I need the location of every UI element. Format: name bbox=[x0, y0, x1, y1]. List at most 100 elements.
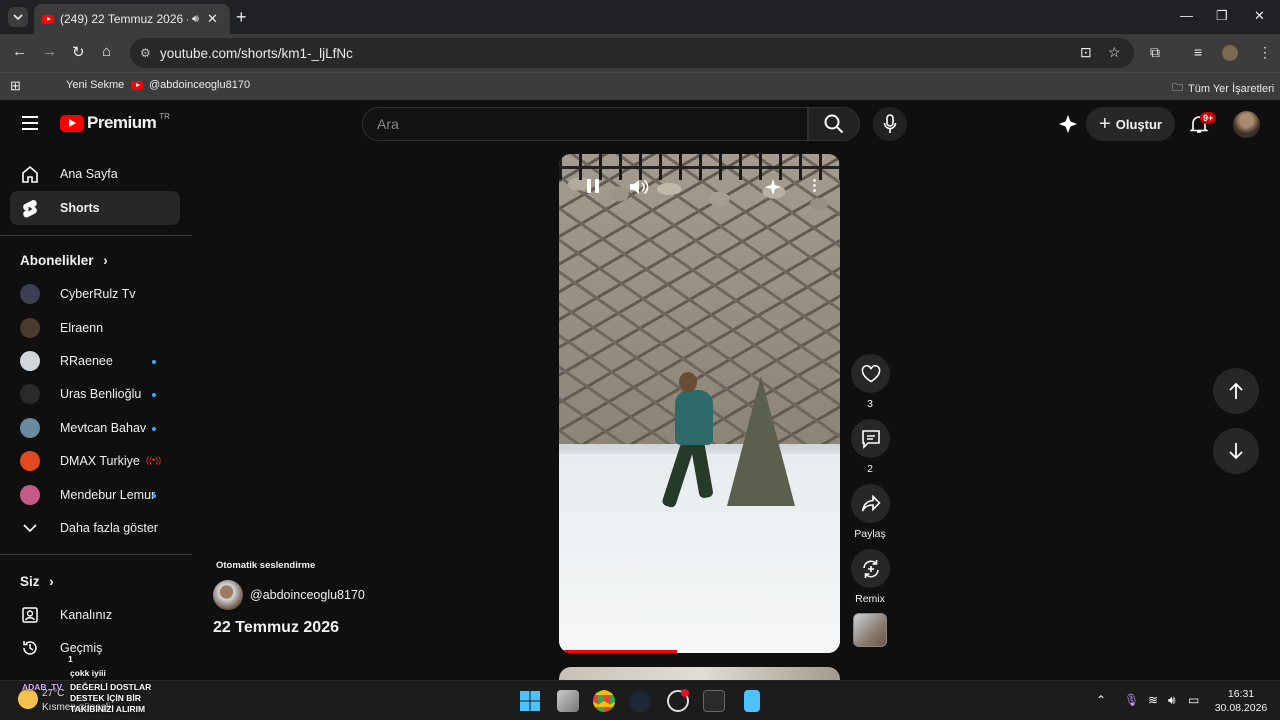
auto-dub-badge: Otomatik seslendirme bbox=[213, 558, 319, 573]
search-button[interactable] bbox=[808, 107, 860, 141]
install-app-icon[interactable]: ⊡ bbox=[1080, 44, 1092, 61]
subscriptions-title: Abonelikler bbox=[20, 253, 94, 268]
ai-button[interactable] bbox=[764, 178, 782, 201]
logo-country: TR bbox=[159, 111, 170, 121]
sidebar-item-history[interactable]: Geçmiş bbox=[10, 631, 180, 665]
youtube-premium-logo[interactable]: Premium TR bbox=[60, 111, 170, 133]
site-info-icon[interactable]: ⚙ bbox=[140, 46, 151, 60]
new-content-dot bbox=[152, 427, 156, 431]
clock-date: 30.08.2026 bbox=[1214, 702, 1268, 714]
browser-menu-icon[interactable]: ⋮ bbox=[1258, 44, 1272, 61]
clock-time: 16:31 bbox=[1227, 688, 1255, 700]
subscription-name: DMAX Turkiye bbox=[60, 454, 140, 468]
windows-start-icon[interactable] bbox=[519, 690, 541, 712]
overlay-chat-line: DEĞERLİ DOSTLAR bbox=[70, 682, 152, 692]
remix-button[interactable] bbox=[851, 549, 890, 588]
share-label: Paylaş bbox=[854, 528, 886, 540]
avatar bbox=[20, 485, 40, 505]
more-options-icon[interactable]: ⋮ bbox=[807, 176, 822, 194]
all-bookmarks-label: Tüm Yer İşaretleri bbox=[1188, 82, 1275, 95]
tab-close-icon[interactable]: ✕ bbox=[207, 11, 218, 27]
ai-sparkle-button[interactable] bbox=[1058, 114, 1078, 139]
sidebar-item-home[interactable]: Ana Sayfa bbox=[10, 157, 180, 191]
home-icon bbox=[20, 164, 40, 184]
overlay-username: ADAB_TV bbox=[22, 682, 63, 692]
speaker-icon bbox=[630, 179, 649, 195]
channel-avatar[interactable] bbox=[213, 580, 243, 610]
speaker-icon[interactable]: 🔊︎ bbox=[1168, 693, 1176, 708]
notepad-icon[interactable] bbox=[744, 690, 760, 712]
microphone-icon bbox=[883, 114, 897, 133]
tab-search-button[interactable] bbox=[8, 7, 28, 27]
chrome-icon[interactable] bbox=[593, 690, 615, 712]
comment-icon bbox=[861, 429, 880, 449]
avatar bbox=[20, 284, 40, 304]
bookmark-new-tab[interactable]: Yeni Sekme bbox=[66, 79, 124, 91]
audio-source-thumbnail[interactable] bbox=[853, 613, 887, 647]
profile-avatar[interactable] bbox=[1222, 45, 1238, 61]
wifi-icon[interactable]: ≋ bbox=[1148, 693, 1158, 707]
sidebar-item-label: Kanalınız bbox=[60, 608, 113, 622]
video-progress-bar[interactable] bbox=[559, 650, 840, 653]
extensions-icon[interactable]: ⧉ bbox=[1150, 44, 1160, 61]
show-more-button[interactable]: Daha fazla göster bbox=[10, 511, 180, 545]
close-window-button[interactable]: ✕ bbox=[1254, 8, 1265, 24]
epic-games-icon[interactable] bbox=[703, 690, 725, 712]
apps-grid-icon[interactable]: ⊞ bbox=[10, 78, 21, 94]
you-heading[interactable]: Siz › bbox=[20, 574, 54, 589]
reload-button[interactable]: ↻ bbox=[72, 43, 85, 61]
taskbar-clock[interactable]: 16:31 30.08.2026 bbox=[1210, 687, 1272, 715]
minimize-button[interactable]: — bbox=[1180, 8, 1193, 23]
volume-button[interactable] bbox=[629, 178, 649, 201]
restore-button[interactable]: ❐ bbox=[1216, 8, 1228, 24]
search-icon bbox=[824, 114, 844, 134]
bookmark-star-icon[interactable]: ☆ bbox=[1108, 44, 1121, 61]
comments-button[interactable] bbox=[851, 419, 890, 458]
browser-toolbar: ← → ↻ ⌂ ⚙ youtube.com/shorts/km1-_ljLfNc… bbox=[0, 34, 1280, 72]
address-bar[interactable]: ⚙ youtube.com/shorts/km1-_ljLfNc ⊡ ☆ bbox=[130, 38, 1134, 68]
tab-title: (249) 22 Temmuz 2026 - YouTube bbox=[60, 12, 188, 26]
sidebar-item-shorts[interactable]: Shorts bbox=[10, 191, 180, 225]
share-icon bbox=[861, 494, 881, 511]
channel-name[interactable]: @abdoinceoglu8170 bbox=[250, 588, 365, 602]
speaker-icon[interactable]: 🔊︎ bbox=[192, 13, 199, 26]
pause-button[interactable] bbox=[586, 178, 600, 199]
account-avatar[interactable] bbox=[1233, 111, 1260, 138]
hamburger-menu-icon[interactable] bbox=[22, 116, 38, 130]
sidebar-item-subscription[interactable]: Elraenn bbox=[10, 311, 180, 345]
pause-icon bbox=[587, 179, 599, 193]
task-view-icon[interactable] bbox=[557, 690, 579, 712]
notification-badge-icon bbox=[681, 689, 689, 697]
share-button[interactable] bbox=[851, 484, 890, 523]
steam-icon[interactable] bbox=[629, 690, 651, 712]
new-tab-button[interactable]: + bbox=[236, 7, 247, 28]
voice-search-button[interactable] bbox=[873, 107, 907, 141]
active-tab[interactable]: (249) 22 Temmuz 2026 - YouTube 🔊︎ ✕ bbox=[34, 4, 230, 34]
sidebar-item-your-channel[interactable]: Kanalınız bbox=[10, 598, 180, 632]
back-button[interactable]: ← bbox=[12, 43, 27, 60]
short-video-player[interactable]: ⋮ bbox=[559, 154, 840, 653]
you-title: Siz bbox=[20, 574, 40, 589]
media-control-icon[interactable]: ≡ bbox=[1194, 44, 1202, 60]
next-short-button[interactable] bbox=[1213, 428, 1259, 474]
all-bookmarks[interactable]: 🗀︎ Tüm Yer İşaretleri bbox=[1172, 79, 1274, 98]
arrow-up-icon bbox=[1229, 382, 1243, 399]
battery-icon[interactable]: ▭ bbox=[1188, 693, 1199, 707]
search-input[interactable]: Ara bbox=[362, 107, 808, 141]
forward-button[interactable]: → bbox=[42, 43, 57, 60]
create-button[interactable]: + Oluştur bbox=[1086, 107, 1175, 141]
arrow-down-icon bbox=[1229, 443, 1243, 460]
notification-count-badge: 9+ bbox=[1200, 112, 1217, 124]
microphone-icon[interactable]: 🎙︎ bbox=[1124, 693, 1139, 707]
previous-short-button[interactable] bbox=[1213, 368, 1259, 414]
comment-count: 2 bbox=[867, 463, 873, 475]
heart-icon bbox=[861, 364, 880, 382]
chevron-right-icon: › bbox=[103, 253, 108, 268]
home-button[interactable]: ⌂ bbox=[102, 43, 111, 60]
sidebar-item-subscription[interactable]: CyberRulz Tv bbox=[10, 277, 180, 311]
subscriptions-heading[interactable]: Abonelikler › bbox=[20, 253, 108, 268]
chevron-up-icon[interactable]: ⌃ bbox=[1096, 693, 1106, 707]
history-icon bbox=[20, 638, 40, 658]
like-button[interactable] bbox=[851, 354, 890, 393]
bookmark-channel[interactable]: @abdoinceoglu8170 bbox=[131, 79, 250, 91]
